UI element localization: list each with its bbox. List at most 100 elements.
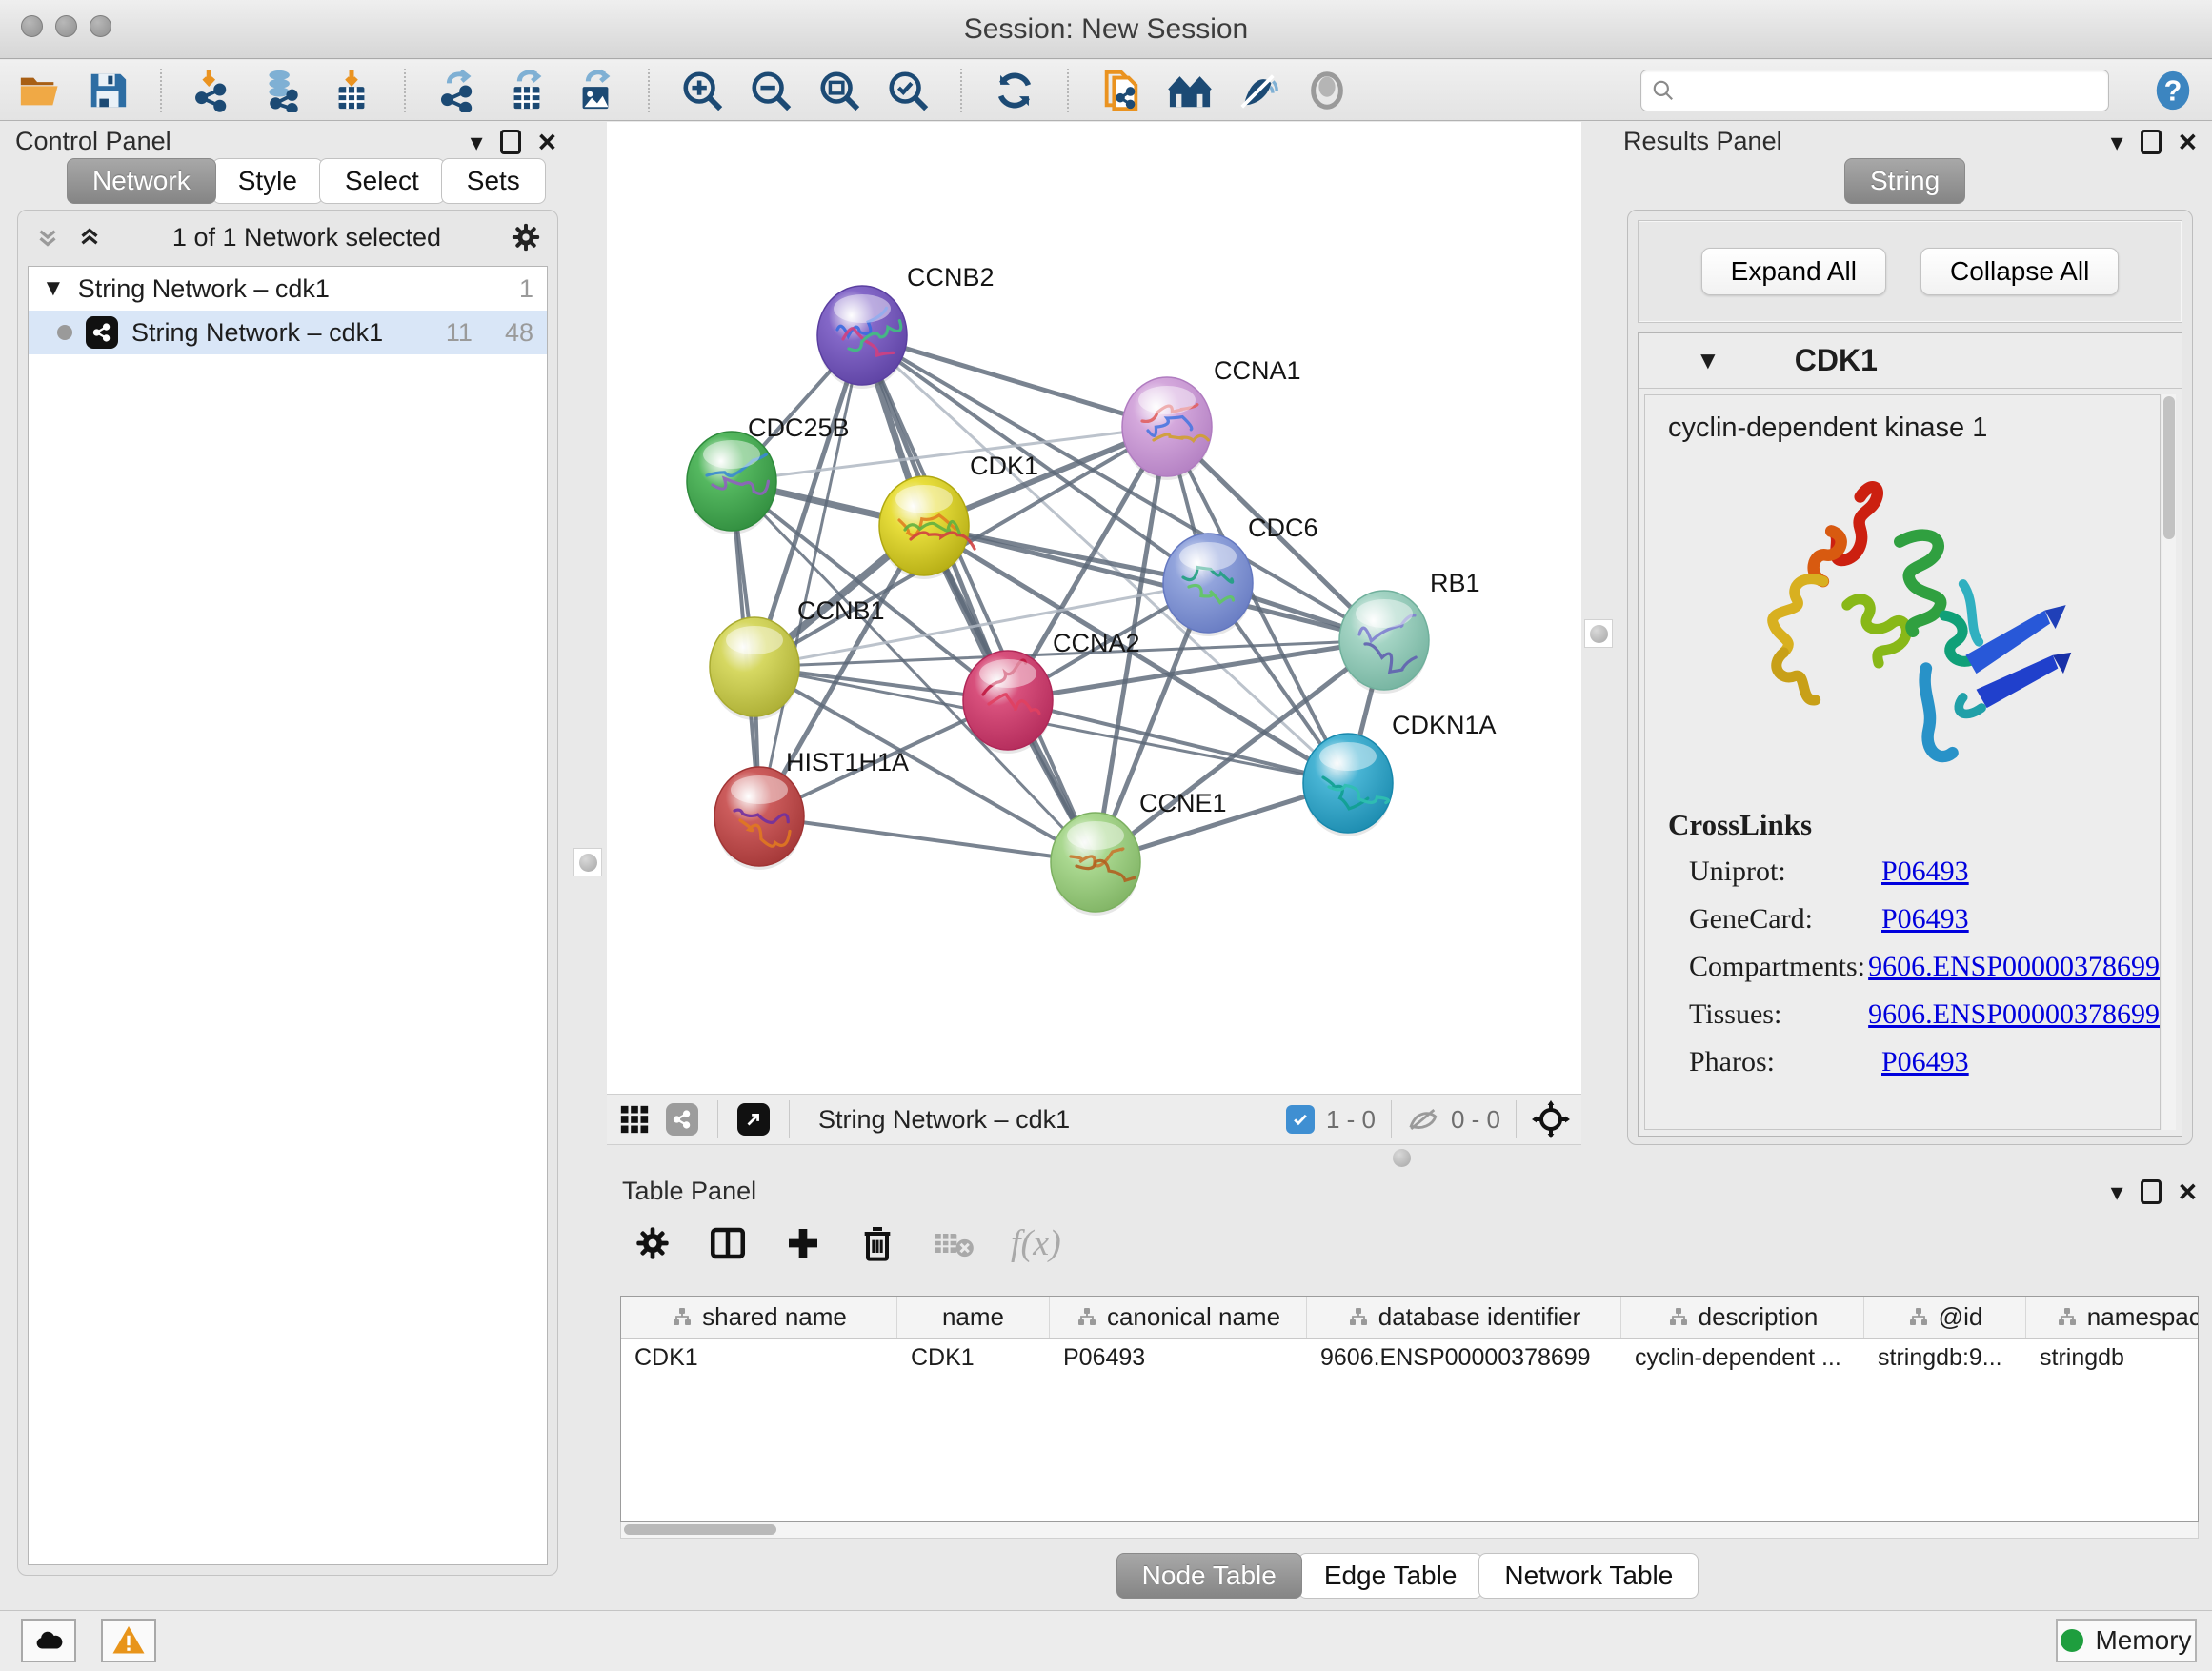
panel-close-icon[interactable]: ×	[2179, 126, 2197, 157]
table-row[interactable]: CDK1CDK1P064939606.ENSP00000378699cyclin…	[621, 1339, 2198, 1379]
tab-select[interactable]: Select	[319, 158, 445, 204]
open-session-icon[interactable]	[17, 69, 61, 112]
show-graphics-icon[interactable]	[1305, 69, 1349, 112]
panel-float-icon[interactable]	[2141, 1179, 2162, 1204]
fit-selection-crosshair-icon[interactable]	[1532, 1100, 1570, 1138]
node-RB1[interactable]: RB1	[1339, 569, 1480, 694]
create-column-plus-icon[interactable]	[784, 1224, 822, 1262]
column-header-description[interactable]: description	[1621, 1297, 1864, 1338]
edge-CCNB2-HIST1H1A[interactable]	[759, 335, 862, 816]
column-header-namespace[interactable]: namespace	[2026, 1297, 2199, 1338]
network-options-gear-icon[interactable]	[510, 221, 542, 253]
node-CCNB1[interactable]: CCNB1	[710, 596, 885, 720]
edge-CCNB2-CCNA1[interactable]	[862, 335, 1167, 427]
bottom-splitter-handle[interactable]	[1393, 1149, 1411, 1167]
crosslink-link[interactable]: P06493	[1881, 903, 1969, 936]
export-image-icon[interactable]	[573, 69, 617, 112]
node-HIST1H1A[interactable]: HIST1H1A	[714, 748, 909, 870]
node-CCNB2[interactable]: CCNB2	[817, 263, 995, 389]
expand-all-icon[interactable]	[75, 223, 104, 252]
import-network-from-database-icon[interactable]	[261, 69, 305, 112]
delete-column-trash-icon[interactable]	[858, 1224, 896, 1262]
string-view-icon[interactable]	[666, 1103, 698, 1136]
edge-CCNB2-CCNE1[interactable]	[862, 335, 1096, 862]
collapse-all-icon[interactable]	[33, 223, 62, 252]
column-header-shared-name[interactable]: shared name	[621, 1297, 897, 1338]
memory-button[interactable]: Memory	[2056, 1619, 2197, 1662]
help-icon[interactable]: ?	[2151, 69, 2195, 112]
right-splitter-handle[interactable]	[1584, 619, 1613, 648]
results-scrollbar[interactable]	[2162, 394, 2176, 1130]
window-close-icon[interactable]	[21, 15, 43, 37]
left-splitter-handle[interactable]	[573, 848, 602, 876]
window-zoom-icon[interactable]	[90, 15, 111, 37]
detach-view-icon[interactable]	[737, 1103, 770, 1136]
tab-network-table[interactable]: Network Table	[1478, 1553, 1699, 1599]
node-table[interactable]: shared namenamecanonical namedatabase id…	[620, 1296, 2199, 1522]
network-row[interactable]: String Network – cdk1 11 48	[29, 311, 547, 354]
cloud-status-button[interactable]	[21, 1619, 76, 1662]
network-canvas[interactable]: CCNB2CCNA1CDC25BCDK1CDC6RB1CCNB1CCNA2CDK…	[607, 122, 1581, 1094]
search-input[interactable]	[1683, 72, 2099, 109]
node-CCNE1[interactable]: CCNE1	[1051, 789, 1227, 916]
export-network-icon[interactable]	[436, 69, 480, 112]
tab-node-table[interactable]: Node Table	[1116, 1553, 1302, 1599]
zoom-selected-icon[interactable]	[886, 69, 930, 112]
expand-all-button[interactable]: Expand All	[1701, 248, 1886, 295]
edge-HIST1H1A-CCNE1[interactable]	[759, 816, 1096, 862]
crosslink-link[interactable]: P06493	[1881, 856, 1969, 888]
import-table-icon[interactable]	[330, 69, 373, 112]
tab-sets[interactable]: Sets	[441, 158, 546, 204]
column-header-name[interactable]: name	[897, 1297, 1050, 1338]
table-options-gear-icon[interactable]	[633, 1224, 672, 1262]
grid-view-icon[interactable]	[618, 1103, 651, 1136]
hide-graphics-icon[interactable]	[1237, 69, 1280, 112]
export-table-icon[interactable]	[505, 69, 549, 112]
network-collection-row[interactable]: ▼ String Network – cdk1 1	[29, 267, 547, 311]
function-builder-icon[interactable]: f(x)	[1011, 1222, 1061, 1264]
table-hscrollbar[interactable]	[620, 1522, 2199, 1539]
panel-float-icon[interactable]	[2141, 130, 2162, 154]
delete-table-icon[interactable]	[933, 1224, 975, 1262]
tab-network[interactable]: Network	[67, 158, 216, 204]
tab-edge-table[interactable]: Edge Table	[1298, 1553, 1483, 1599]
collection-expander-icon[interactable]: ▼	[42, 275, 65, 302]
import-network-icon[interactable]	[192, 69, 236, 112]
panel-menu-icon[interactable]: ▾	[2111, 130, 2123, 154]
hidden-eye-icon[interactable]	[1407, 1103, 1439, 1136]
collapse-all-button[interactable]: Collapse All	[1920, 248, 2119, 295]
selected-checkbox-icon[interactable]	[1286, 1105, 1315, 1134]
protein-structure-image	[1702, 457, 2102, 800]
panel-menu-icon[interactable]: ▾	[2111, 1179, 2123, 1204]
panel-float-icon[interactable]	[500, 130, 521, 154]
tab-style[interactable]: Style	[212, 158, 323, 204]
crosslink-link[interactable]: 9606.ENSP00000378699	[1868, 951, 2160, 983]
panel-close-icon[interactable]: ×	[2179, 1176, 2197, 1207]
panel-close-icon[interactable]: ×	[538, 126, 556, 157]
warnings-button[interactable]	[101, 1619, 156, 1662]
column-header-canonical-name[interactable]: canonical name	[1050, 1297, 1307, 1338]
graphics-details-icon[interactable]	[1168, 69, 1212, 112]
column-header-@id[interactable]: @id	[1864, 1297, 2026, 1338]
table-tabs: Node TableEdge TableNetwork Table	[607, 1553, 2212, 1599]
zoom-fit-icon[interactable]	[817, 69, 861, 112]
collection-label: String Network – cdk1	[78, 274, 330, 304]
node-CDC25B[interactable]: CDC25B	[687, 413, 850, 534]
crosslink-link[interactable]: P06493	[1881, 1046, 1969, 1078]
panel-menu-icon[interactable]: ▾	[471, 130, 483, 154]
show-columns-icon[interactable]	[708, 1223, 748, 1263]
crosslink-link[interactable]: 9606.ENSP00000378699	[1868, 998, 2160, 1031]
zoom-out-icon[interactable]	[749, 69, 793, 112]
zoom-in-icon[interactable]	[680, 69, 724, 112]
search-box[interactable]	[1640, 70, 2109, 111]
node-CCNA2[interactable]: CCNA2	[963, 629, 1140, 754]
entry-expander-icon[interactable]: ▼	[1696, 346, 1720, 375]
window-minimize-icon[interactable]	[55, 15, 77, 37]
refresh-icon[interactable]	[993, 69, 1036, 112]
node-CDKN1A[interactable]: CDKN1A	[1303, 711, 1497, 836]
node-CCNA1[interactable]: CCNA1	[1122, 356, 1301, 480]
network-from-file-icon[interactable]	[1099, 69, 1143, 112]
tab-string[interactable]: String	[1844, 158, 1965, 204]
save-session-icon[interactable]	[86, 69, 130, 112]
column-header-database-identifier[interactable]: database identifier	[1307, 1297, 1621, 1338]
